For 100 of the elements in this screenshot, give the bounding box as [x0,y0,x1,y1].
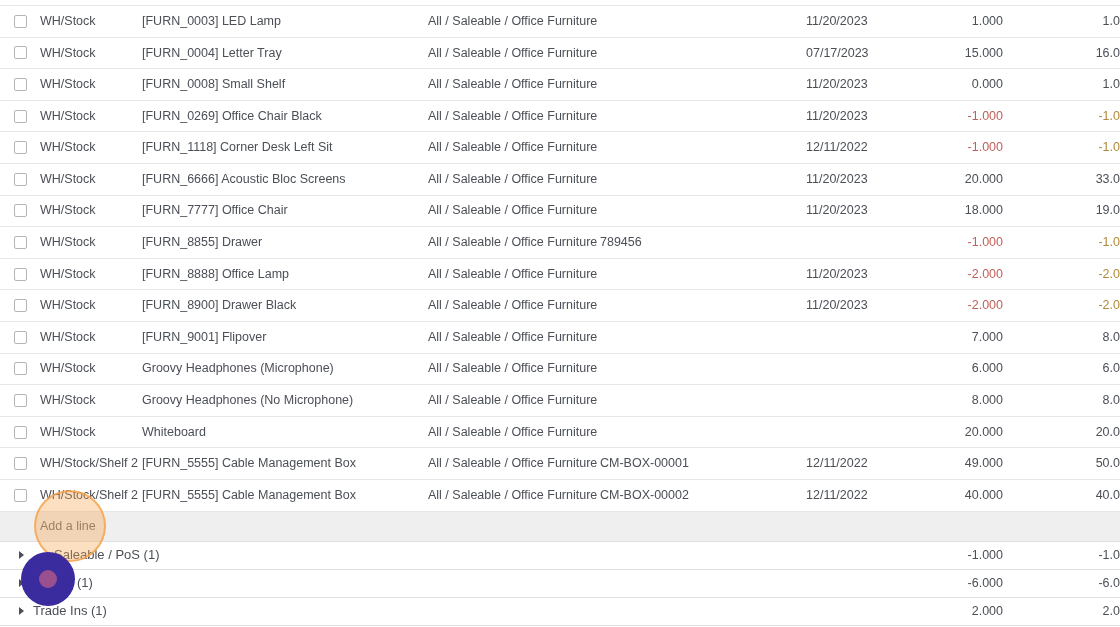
date-cell: 12/11/2022 [806,456,868,471]
location-cell: WH/Stock [40,13,96,28]
product-cell: [FURN_7777] Office Chair [142,203,288,218]
group-total: -1.000 [967,547,1003,562]
quantity-cell: 19.0 [1095,203,1120,218]
lot-cell: CM-BOX-00002 [600,487,689,502]
quantity-cell: -1.0 [1098,108,1120,123]
row-checkbox[interactable] [14,267,27,281]
category-cell: All / Saleable / Office Furniture [428,171,598,186]
location-cell: WH/Stock [40,266,96,281]
row-checkbox[interactable] [14,393,27,407]
group-total: 2.0 [1102,603,1120,618]
caret-icon[interactable] [19,551,25,559]
category-cell: All / Saleable / Office Furniture [428,266,598,281]
date-cell: 11/20/2023 [806,298,868,313]
location-cell: WH/Stock [40,77,96,92]
group-label[interactable]: Trade Ins (1) [33,603,107,619]
product-cell: [FURN_8900] Drawer Black [142,298,297,313]
quantity-cell: -2.000 [967,266,1003,281]
row-checkbox[interactable] [14,235,27,249]
location-cell: WH/Stock/Shelf 2 [40,456,138,471]
category-cell: All / Saleable / Office Furniture [428,456,598,471]
quantity-cell: 40.000 [964,487,1003,502]
category-cell: All / Saleable / Office Furniture [428,361,598,376]
date-cell: 11/20/2023 [806,171,868,186]
product-cell: [FURN_0003] LED Lamp [142,13,281,28]
product-cell: [FURN_0269] Office Chair Black [142,108,322,123]
quantity-cell: 20.000 [964,424,1003,439]
date-cell: 12/11/2022 [806,140,868,155]
row-checkbox[interactable] [14,425,27,439]
location-cell: WH/Stock [40,203,96,218]
category-cell: All / Saleable / Office Furniture [428,487,598,502]
quantity-cell: 0.000 [971,77,1003,92]
category-cell: All / Saleable / Office Furniture [428,424,598,439]
location-cell: WH/Stock [40,45,96,60]
product-cell: [FURN_8855] Drawer [142,235,263,250]
category-cell: All / Saleable / Office Furniture [428,298,598,313]
category-cell: All / Saleable / Office Furniture [428,140,598,155]
quantity-cell: 1.0 [1102,77,1120,92]
location-cell: WH/Stock [40,171,96,186]
category-cell: All / Saleable / Office Furniture [428,108,598,123]
product-cell: [FURN_0004] Letter Tray [142,45,282,60]
quantity-cell: 49.000 [964,456,1003,471]
group-total: -6.0 [1098,575,1120,590]
quantity-cell: 7.000 [971,329,1003,344]
quantity-cell: 33.0 [1095,171,1120,186]
product-cell: [FURN_8888] Office Lamp [142,266,290,281]
product-cell: [FURN_9001] Flipover [142,329,267,344]
quantity-cell: -1.0 [1098,140,1120,155]
row-checkbox[interactable] [14,362,27,376]
row-checkbox[interactable] [14,457,27,471]
quantity-cell: 1.000 [971,13,1003,28]
quantity-cell: -1.000 [967,108,1003,123]
row-checkbox[interactable] [14,330,27,344]
row-checkbox[interactable] [14,172,27,186]
row-checkbox[interactable] [14,46,27,60]
location-cell: WH/Stock [40,393,96,408]
date-cell: 11/20/2023 [806,108,868,123]
row-checkbox[interactable] [14,141,27,155]
quantity-cell: -2.0 [1098,266,1120,281]
quantity-cell: 50.0 [1095,456,1120,471]
location-cell: WH/Stock [40,298,96,313]
quantity-cell: 6.0 [1102,361,1120,376]
product-cell: Groovy Headphones (No Microphone) [142,393,354,408]
lot-cell: CM-BOX-00001 [600,456,689,471]
quantity-cell: 18.000 [964,203,1003,218]
product-cell: [FURN_0008] Small Shelf [142,77,286,92]
category-cell: All / Saleable / Office Furniture [428,45,598,60]
group-total: -6.000 [967,575,1003,590]
group-label[interactable]: (1) [77,575,93,591]
row-checkbox[interactable] [14,204,27,218]
quantity-cell: -1.000 [967,235,1003,250]
quantity-cell: -2.0 [1098,298,1120,313]
quantity-cell: 8.0 [1102,329,1120,344]
product-cell: Whiteboard [142,424,206,439]
row-checkbox[interactable] [14,488,27,502]
date-cell: 11/20/2023 [806,77,868,92]
product-cell: [FURN_5555] Cable Management Box [142,456,356,471]
quantity-cell: 6.000 [971,361,1003,376]
product-cell: [FURN_5555] Cable Management Box [142,487,356,502]
quantity-cell: 15.000 [964,45,1003,60]
location-cell: WH/Stock [40,140,96,155]
location-cell: WH/Stock [40,235,96,250]
row-checkbox[interactable] [14,299,27,313]
row-checkbox[interactable] [14,78,27,91]
group-total: -1.0 [1098,547,1120,562]
row-checkbox[interactable] [14,14,27,28]
quantity-cell: 40.0 [1095,487,1120,502]
row-checkbox[interactable] [14,109,27,123]
quantity-cell: 20.000 [964,171,1003,186]
quantity-cell: -1.0 [1098,235,1120,250]
quantity-cell: 16.0 [1095,45,1120,60]
location-cell: WH/Stock [40,108,96,123]
date-cell: 11/20/2023 [806,266,868,281]
quantity-cell: 8.0 [1102,393,1120,408]
caret-icon[interactable] [19,607,25,615]
quantity-cell: -1.000 [967,140,1003,155]
date-cell: 12/11/2022 [806,487,868,502]
date-cell: 11/20/2023 [806,13,868,28]
lot-cell: 789456 [600,235,642,250]
